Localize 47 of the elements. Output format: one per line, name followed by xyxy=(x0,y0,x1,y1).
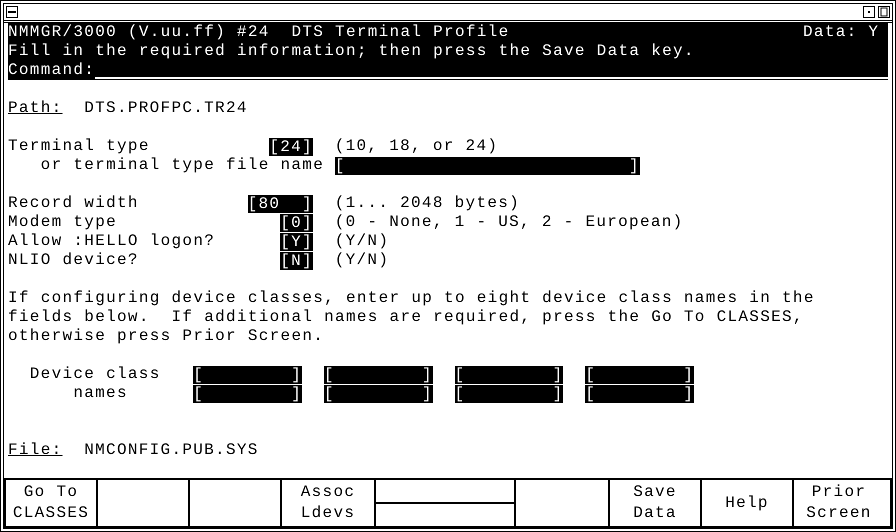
function-key[interactable]: Save Data xyxy=(610,480,702,526)
input-field[interactable]: [N] xyxy=(280,252,313,270)
instruction-text: fields below. If additional names are required, press the Go To CLASSES, xyxy=(8,308,805,327)
device-class-field[interactable]: [ ] xyxy=(193,366,302,384)
function-key[interactable]: Go To CLASSES xyxy=(6,480,98,526)
device-class-field[interactable]: [ ] xyxy=(454,384,564,402)
status-message: Fill in the required information; then press the Save Data key. xyxy=(8,42,696,61)
field-label: Terminal type xyxy=(8,137,151,156)
device-class-label: Device class xyxy=(30,365,162,384)
field-hint: (0 - None, 1 - US, 2 - European) xyxy=(334,213,685,232)
device-class-field[interactable]: [ ] xyxy=(585,384,694,402)
field-label: NLIO device? xyxy=(8,251,140,270)
instruction-text: otherwise press Prior Screen. xyxy=(8,327,326,346)
instruction-text: If configuring device classes, enter up to eight device class names in the xyxy=(8,289,816,308)
menu-icon[interactable] xyxy=(6,6,18,18)
field-label: Modem type xyxy=(8,213,118,232)
device-class-field[interactable]: [ ] xyxy=(193,384,302,402)
file-label: File: xyxy=(8,441,62,460)
function-key[interactable]: Prior Screen xyxy=(794,480,884,526)
field-hint: (1... 2048 bytes) xyxy=(334,194,522,213)
command-label: Command: xyxy=(8,61,96,80)
device-class-field[interactable]: [ ] xyxy=(324,366,433,384)
device-class-label: names xyxy=(73,384,129,403)
field-hint: (Y/N) xyxy=(334,251,390,270)
input-field[interactable]: [24] xyxy=(269,138,313,156)
input-field[interactable]: [0] xyxy=(280,214,313,232)
field-label: or terminal type file name xyxy=(40,156,326,175)
maximize-icon[interactable] xyxy=(878,6,890,18)
field-label: Allow :HELLO logon? xyxy=(8,232,216,251)
device-class-field[interactable]: [ ] xyxy=(585,366,694,384)
file-value: NMCONFIG.PUB.SYS xyxy=(84,441,260,460)
field-hint: (Y/N) xyxy=(334,232,390,251)
function-key[interactable]: Assoc Ldevs xyxy=(282,480,376,526)
field-label: Record width xyxy=(8,194,140,213)
path-label: Path: xyxy=(8,99,62,118)
device-class-field[interactable]: [ ] xyxy=(324,384,433,402)
function-key[interactable]: Help xyxy=(702,480,794,526)
input-field[interactable]: [80 ] xyxy=(248,194,313,212)
device-class-field[interactable]: [ ] xyxy=(454,366,564,384)
function-key[interactable] xyxy=(376,480,516,526)
screen-title: NMMGR/3000 (V.uu.ff) #24 DTS Terminal Profile xyxy=(8,23,510,42)
field-hint: (10, 18, or 24) xyxy=(334,137,500,156)
minimize-icon[interactable] xyxy=(863,6,875,18)
input-field[interactable]: [Y] xyxy=(280,232,313,250)
input-field[interactable]: [ ] xyxy=(334,156,640,174)
path-value: DTS.PROFPC.TR24 xyxy=(84,99,249,118)
data-indicator: Data: Y xyxy=(803,23,880,42)
